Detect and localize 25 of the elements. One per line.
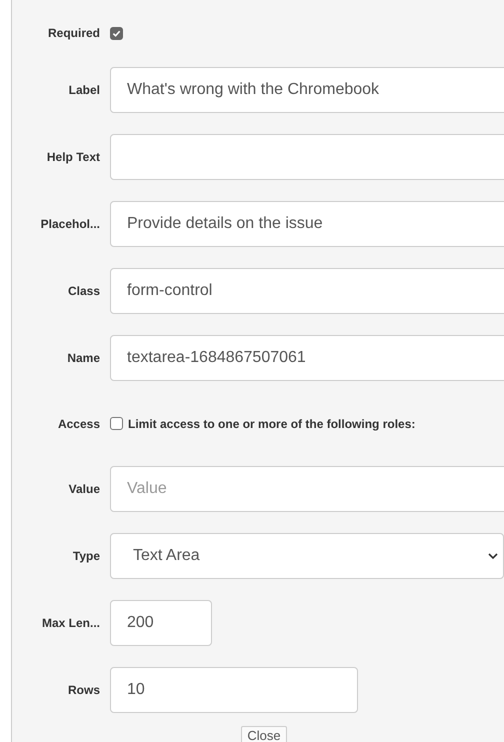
input-field[interactable]: Value [110,466,504,512]
field-label: Value [68,482,100,496]
field-label: Help Text [46,150,100,164]
checkbox[interactable] [110,26,123,40]
checkbox[interactable] [110,417,123,430]
field-label: Rows [66,683,100,697]
close-button[interactable]: Close [241,726,287,742]
field-label: Placehol... [40,217,100,231]
field-label: Class [66,284,100,298]
input-field[interactable]: textarea-1684867507061 [110,335,504,381]
input-field[interactable]: 10 [110,667,358,713]
input-field[interactable]: What's wrong with the Chromebook [110,67,504,113]
checkbox-label: Limit access to one or more of the following roles: [128,416,416,430]
field-label: Access [56,416,100,430]
input-field[interactable] [110,134,504,180]
field-label: Required [46,26,100,40]
input-field[interactable]: form-control [110,268,504,314]
input-field[interactable]: Provide details on the issue [110,201,504,247]
field-label: Label [68,83,100,97]
field-label: Name [66,351,100,365]
chevron-down-icon [487,552,499,560]
input-field[interactable]: 200 [110,600,212,646]
field-label: Max Len... [40,616,100,630]
type-select[interactable]: Text Area [110,533,504,579]
field-label: Type [72,549,100,563]
